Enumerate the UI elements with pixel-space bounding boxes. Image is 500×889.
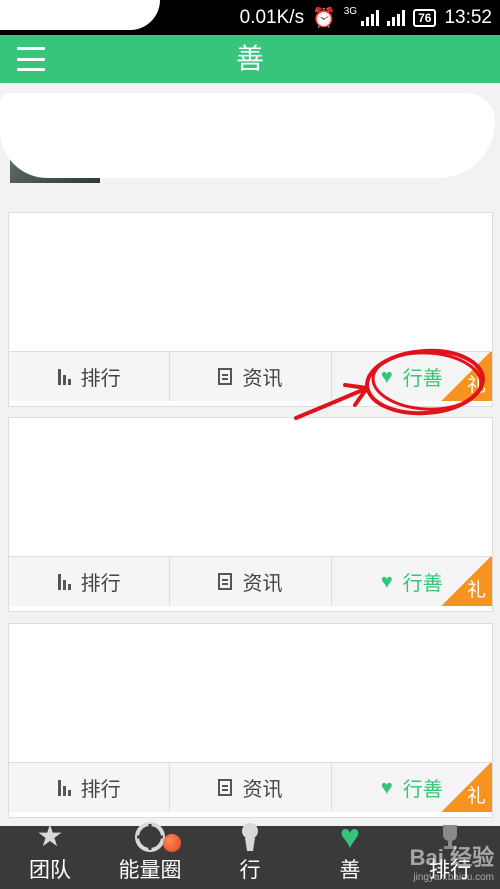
gift-badge[interactable]: 礼 [439,763,492,812]
news-button[interactable]: 资讯 [170,763,332,812]
document-icon [218,779,233,796]
news-button[interactable]: 资讯 [170,557,332,606]
rank-label: 排行 [80,779,121,801]
rank-button[interactable]: 排行 [9,352,171,401]
clock: 13:52 [444,6,492,28]
charity-label: 行善 [402,573,443,595]
news-label: 资讯 [242,368,283,390]
bar-chart-icon [57,573,71,590]
alarm-icon: ⏰ [312,7,336,29]
redacted-area [0,93,495,178]
nav-item-team[interactable]: ★ 团队 [0,822,100,889]
heart-icon: ♥ [380,776,393,799]
gift-label: 礼 [466,580,486,601]
bottom-nav: ★ 团队 能量圈 行 ♥ 善 排行 Bai 经验 jingyan.baidu.c… [0,820,500,889]
status-bar: 0.01K/s ⏰ 3G 76 13:52 [0,0,500,35]
signal-icon [361,9,380,26]
card-actions: 排行 资讯 ♥ 行善 礼 [9,556,492,606]
news-label: 资讯 [242,573,283,595]
notification-dot [163,834,181,852]
profile-card[interactable] [0,83,500,203]
heart-icon: ♥ [380,570,393,593]
document-icon [218,368,233,385]
card-actions: 排行 资讯 ♥ 行善 礼 [9,351,492,401]
nav-label: 善 [339,859,361,882]
nav-item-charity[interactable]: ♥ 善 [300,820,400,889]
gift-badge[interactable]: 礼 [439,352,492,401]
rank-label: 排行 [80,368,121,390]
bar-chart-icon [57,779,71,796]
charity-label: 行善 [402,779,443,801]
gift-badge[interactable]: 礼 [439,557,492,606]
charity-button[interactable]: ♥ 行善 礼 [332,352,492,401]
charity-button[interactable]: ♥ 行善 礼 [332,557,492,606]
nav-label: 团队 [29,859,71,882]
charity-card[interactable]: 排行 资讯 ♥ 行善 礼 [8,417,493,612]
charity-label: 行善 [402,368,443,390]
app-header: 善 [0,35,500,83]
card-content[interactable] [9,213,492,351]
nav-item-walk[interactable]: 行 [200,823,300,889]
redacted-area [0,0,160,30]
gift-label: 礼 [466,786,486,807]
runner-icon [237,822,263,852]
charity-card[interactable]: 排行 资讯 ♥ 行善 礼 [8,623,493,818]
card-content[interactable] [9,418,492,556]
aperture-icon [135,822,165,852]
nav-label: 排行 [429,859,471,882]
trophy-icon [435,822,465,852]
card-content[interactable] [9,624,492,762]
rank-label: 排行 [80,573,121,595]
gift-label: 礼 [466,375,486,396]
star-icon: ★ [36,820,64,853]
network-speed: 0.01K/s [239,6,305,28]
nav-label: 行 [239,859,261,882]
signal-icon [387,9,406,26]
bar-chart-icon [57,368,71,385]
nav-item-ranking[interactable]: 排行 [400,825,500,889]
rank-button[interactable]: 排行 [9,763,171,812]
page-title: 善 [235,43,264,74]
rank-button[interactable]: 排行 [9,557,171,606]
heart-icon: ♥ [380,365,393,388]
nav-item-energy-circle[interactable]: 能量圈 [100,822,200,889]
charity-button[interactable]: ♥ 行善 礼 [332,763,492,812]
battery-icon: 76 [413,8,437,27]
card-actions: 排行 资讯 ♥ 行善 礼 [9,762,492,812]
document-icon [218,573,233,590]
nav-label: 能量圈 [118,859,182,882]
news-label: 资讯 [242,779,283,801]
charity-card[interactable]: 排行 资讯 ♥ 行善 礼 [8,212,493,407]
heart-icon: ♥ [339,818,361,856]
news-button[interactable]: 资讯 [170,352,332,401]
status-indicators: 0.01K/s ⏰ 3G 76 13:52 [240,0,492,35]
network-type: 3G [343,6,358,17]
